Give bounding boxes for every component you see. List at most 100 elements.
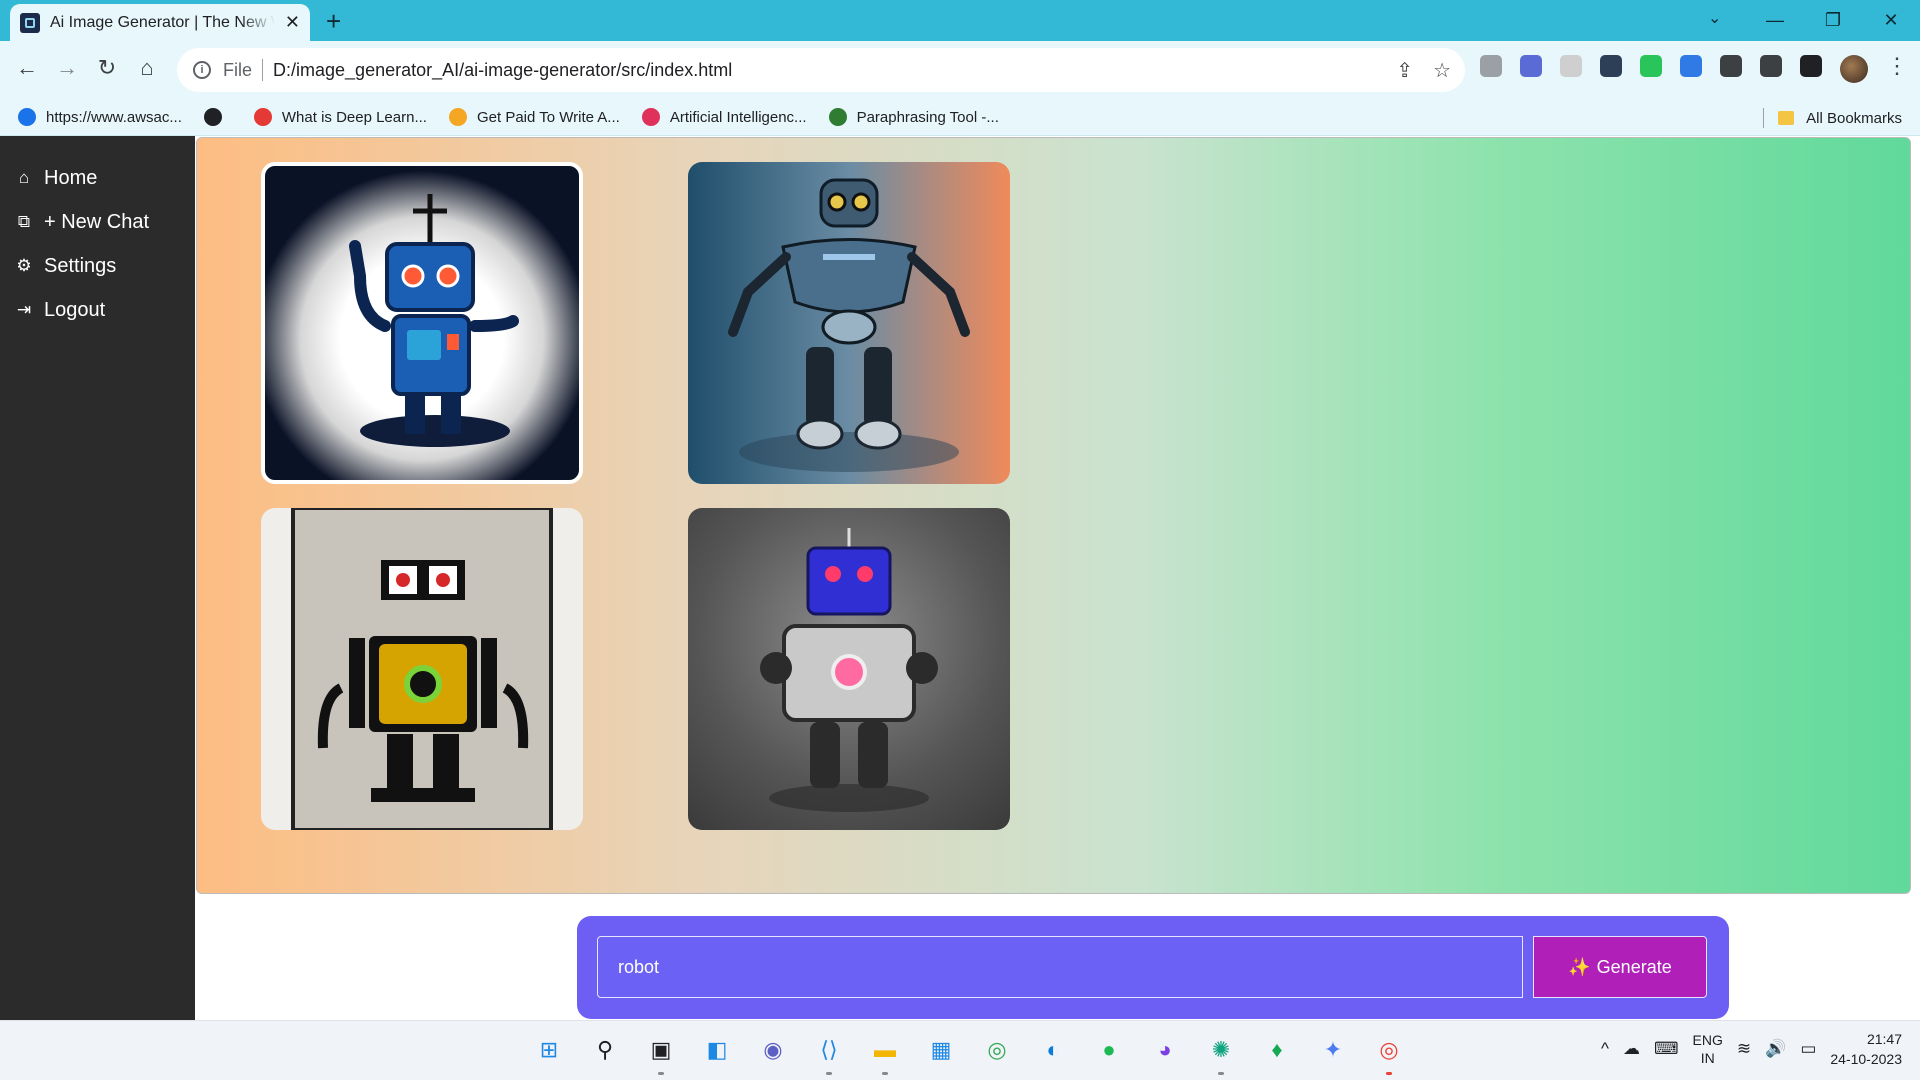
all-bookmarks-button[interactable]: All Bookmarks: [1763, 108, 1902, 128]
app-sidebar: ⌂ Home ⧉ + New Chat ⚙ Settings ⇥ Logout: [0, 136, 195, 1020]
home-icon: ⌂: [18, 168, 30, 187]
windows-start-icon[interactable]: ⊞: [530, 1031, 568, 1069]
tab-close-icon[interactable]: ✕: [285, 12, 300, 33]
teams-glyph: ◉: [763, 1037, 783, 1062]
back-icon[interactable]: ←: [12, 55, 42, 81]
site-info-icon[interactable]: i: [193, 61, 211, 79]
generated-image-3[interactable]: [261, 508, 583, 830]
generated-image-1[interactable]: [261, 162, 583, 484]
extension-icon[interactable]: [1600, 55, 1622, 77]
bookmark-item[interactable]: What is Deep Learn...: [253, 108, 427, 126]
bookmark-item[interactable]: Artificial Intelligenc...: [641, 108, 807, 126]
extension-icon[interactable]: [1760, 55, 1782, 77]
chatgpt-icon[interactable]: ✺: [1202, 1031, 1240, 1075]
wifi-icon[interactable]: ≋: [1737, 1039, 1751, 1059]
clock[interactable]: 21:47 24-10-2023: [1830, 1029, 1902, 1069]
store-icon[interactable]: ▦: [922, 1031, 960, 1069]
tab-title: Ai Image Generator | The New W: [50, 13, 275, 31]
chrome-active-glyph: ◎: [1379, 1037, 1399, 1062]
mongodb-icon[interactable]: ♦: [1258, 1031, 1296, 1069]
bookmark-label: Get Paid To Write A...: [476, 108, 620, 126]
meet-icon[interactable]: ◕: [1146, 1031, 1184, 1069]
url-text[interactable]: D:/image_generator_AI/ai-image-generator…: [273, 60, 732, 81]
prompt-form: ✨ Generate: [577, 916, 1729, 1019]
region-code: IN: [1700, 1050, 1715, 1066]
chrome-icon[interactable]: ◎: [978, 1031, 1016, 1069]
restore-button[interactable]: ❐: [1804, 0, 1862, 41]
onedrive-cloud-icon[interactable]: ☁: [1623, 1039, 1640, 1059]
sidebar-item-logout[interactable]: ⇥ Logout: [0, 288, 195, 332]
reload-icon[interactable]: ↻: [92, 55, 122, 81]
extension-icon[interactable]: [1520, 55, 1542, 77]
minimize-button[interactable]: —: [1746, 0, 1804, 41]
gemini-glyph: ✦: [1323, 1037, 1343, 1062]
bookmark-item[interactable]: Paraphrasing Tool -...: [828, 108, 999, 126]
widgets-icon[interactable]: ◧: [698, 1031, 736, 1069]
sidebar-item-new-chat[interactable]: ⧉ + New Chat: [0, 200, 195, 244]
vscode-glyph: ⟨⟩: [820, 1037, 838, 1062]
battery-icon[interactable]: ▭: [1800, 1039, 1816, 1059]
extension-icon[interactable]: [1800, 55, 1822, 77]
teams-icon[interactable]: ◉: [754, 1031, 792, 1069]
clock-time: 21:47: [1866, 1031, 1902, 1047]
bookmark-item[interactable]: Get Paid To Write A...: [448, 108, 620, 126]
all-bookmarks-label: All Bookmarks: [1806, 109, 1902, 127]
running-indicator: [1218, 1072, 1224, 1075]
volume-icon[interactable]: 🔊: [1765, 1039, 1786, 1059]
tab-search-icon[interactable]: ⌄: [1708, 8, 1721, 28]
taskbar-apps: ⊞ ⚲ ▣ ◧ ◉ ⟨⟩ ▬ ▦ ◎ ◐ ● ◕ ✺ ♦ ✦ ◎: [530, 1031, 1408, 1075]
generate-button[interactable]: ✨ Generate: [1533, 936, 1707, 998]
extension-icon[interactable]: [1560, 55, 1582, 77]
search-icon[interactable]: ⚲: [586, 1031, 624, 1069]
bookmark-item[interactable]: https://www.awsac...: [18, 108, 182, 126]
spotify-glyph: ●: [1102, 1037, 1116, 1062]
chrome-active-icon[interactable]: ◎: [1370, 1031, 1408, 1075]
bookmark-favicon-icon: [18, 108, 36, 126]
url-scheme-label: File: [223, 59, 253, 80]
browser-menu-icon[interactable]: ⋮: [1886, 55, 1908, 83]
prompt-input[interactable]: [597, 936, 1523, 998]
profile-avatar[interactable]: [1840, 55, 1868, 83]
omnibox-actions: ⇪ ☆: [1396, 58, 1451, 83]
vscode-icon[interactable]: ⟨⟩: [810, 1031, 848, 1075]
spotify-icon[interactable]: ●: [1090, 1031, 1128, 1069]
windows-taskbar: ⊞ ⚲ ▣ ◧ ◉ ⟨⟩ ▬ ▦ ◎ ◐ ● ◕ ✺ ♦ ✦ ◎ ^ ☁ ⌨ ENG IN ≋ 🔊 ▭ 21:…: [0, 1020, 1920, 1080]
address-bar[interactable]: i File D:/image_generator_AI/ai-image-ge…: [177, 48, 1465, 92]
share-icon[interactable]: ⇪: [1396, 58, 1413, 83]
running-indicator: [1386, 1072, 1392, 1075]
close-window-button[interactable]: ✕: [1862, 0, 1920, 41]
gear-icon: ⚙: [16, 256, 32, 275]
window-controls: — ❐ ✕: [1746, 0, 1920, 41]
extension-icon[interactable]: [1480, 55, 1502, 77]
search-glyph: ⚲: [596, 1037, 614, 1062]
edge-icon[interactable]: ◐: [1034, 1031, 1072, 1069]
sidebar-item-home[interactable]: ⌂ Home: [0, 156, 195, 200]
browser-tab-active[interactable]: Ai Image Generator | The New W ✕: [10, 4, 310, 41]
system-tray: ^ ☁ ⌨ ENG IN ≋ 🔊 ▭ 21:47 24-10-2023: [1601, 1029, 1902, 1069]
language-indicator[interactable]: ENG IN: [1693, 1031, 1723, 1067]
new-tab-button[interactable]: +: [326, 7, 341, 35]
bookmark-star-icon[interactable]: ☆: [1433, 58, 1451, 83]
forward-icon[interactable]: →: [52, 55, 82, 81]
bookmark-label: What is Deep Learn...: [281, 108, 427, 126]
extension-icon[interactable]: [1640, 55, 1662, 77]
home-nav-icon[interactable]: ⌂: [132, 55, 162, 81]
sidebar-item-settings[interactable]: ⚙ Settings: [0, 244, 195, 288]
bookmark-label: Artificial Intelligenc...: [669, 108, 807, 126]
mongodb-glyph: ♦: [1271, 1037, 1283, 1062]
extension-icon[interactable]: [1680, 55, 1702, 77]
extension-icon[interactable]: [1720, 55, 1742, 77]
gemini-icon[interactable]: ✦: [1314, 1031, 1352, 1069]
task-view-glyph: ▣: [650, 1037, 672, 1062]
keyboard-icon[interactable]: ⌨: [1654, 1039, 1679, 1059]
task-view-icon[interactable]: ▣: [642, 1031, 680, 1075]
clock-date: 24-10-2023: [1830, 1051, 1902, 1067]
bookmark-label: https://www.awsac...: [46, 108, 182, 126]
bookmark-label: Paraphrasing Tool -...: [856, 108, 999, 126]
tray-overflow-chevron-icon[interactable]: ^: [1601, 1039, 1609, 1059]
bookmark-item[interactable]: [203, 108, 232, 126]
robot-image-1: [349, 194, 519, 447]
file-explorer-icon[interactable]: ▬: [866, 1031, 904, 1075]
generated-image-2[interactable]: [688, 162, 1010, 484]
generated-image-4[interactable]: [688, 508, 1010, 830]
